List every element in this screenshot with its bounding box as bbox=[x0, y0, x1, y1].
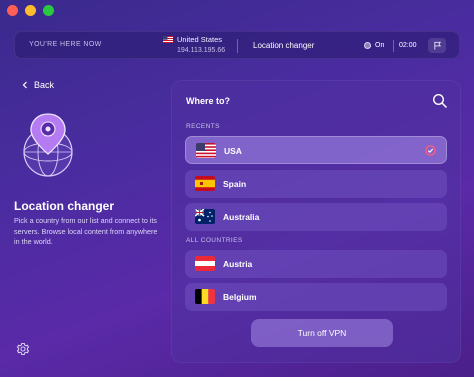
back-label: Back bbox=[34, 80, 55, 90]
es-flag-icon bbox=[195, 176, 215, 191]
page-description: Pick a country from our list and connect… bbox=[14, 216, 158, 247]
check-circle-icon bbox=[425, 145, 436, 156]
current-location-label: YOU'RE HERE NOW bbox=[29, 41, 102, 48]
be-flag-icon bbox=[195, 289, 215, 304]
country-label: Austria bbox=[223, 259, 253, 269]
country-row-austria[interactable]: Austria bbox=[185, 250, 447, 278]
window-close-button[interactable] bbox=[7, 5, 18, 16]
toggle-status-indicator[interactable] bbox=[364, 42, 371, 49]
window-minimize-button[interactable] bbox=[25, 5, 36, 16]
turn-off-vpn-button[interactable]: Turn off VPN bbox=[251, 319, 393, 347]
country-label: Australia bbox=[223, 212, 260, 222]
feature-title: Location changer bbox=[253, 41, 315, 50]
window-maximize-button[interactable] bbox=[43, 5, 54, 16]
gear-icon[interactable] bbox=[16, 342, 30, 356]
recents-label: RECENTS bbox=[186, 123, 220, 130]
us-flag-icon bbox=[163, 36, 173, 43]
toggle-status-label: On bbox=[375, 42, 385, 49]
report-button[interactable] bbox=[428, 38, 446, 53]
current-ip: 194.113.195.66 bbox=[177, 47, 226, 54]
panel-title: Where to? bbox=[186, 96, 230, 106]
country-label: Spain bbox=[223, 179, 247, 189]
page-title: Location changer bbox=[14, 199, 115, 213]
country-label: USA bbox=[224, 146, 242, 156]
au-flag-icon bbox=[195, 209, 215, 224]
window-titlebar bbox=[0, 0, 474, 22]
chevron-left-icon bbox=[22, 81, 27, 89]
country-row-spain[interactable]: Spain bbox=[185, 170, 447, 198]
current-country: United States bbox=[177, 35, 223, 44]
at-flag-icon bbox=[195, 256, 215, 271]
country-row-australia[interactable]: Australia bbox=[185, 203, 447, 231]
country-selector-panel: Where to? RECENTS USA Spain Australia AL… bbox=[171, 80, 461, 363]
country-row-usa[interactable]: USA bbox=[185, 136, 447, 164]
flag-icon bbox=[433, 41, 441, 50]
status-divider bbox=[393, 40, 394, 52]
country-row-belgium[interactable]: Belgium bbox=[185, 283, 447, 311]
back-button[interactable]: Back bbox=[22, 80, 54, 90]
us-flag-icon bbox=[196, 143, 216, 158]
status-bar: YOU'RE HERE NOW United States 194.113.19… bbox=[14, 31, 460, 59]
all-countries-label: ALL COUNTRIES bbox=[186, 237, 243, 244]
globe-pin-illustration bbox=[23, 113, 73, 177]
search-icon[interactable] bbox=[432, 93, 448, 109]
country-label: Belgium bbox=[223, 292, 257, 302]
timer-value: 02:00 bbox=[399, 42, 417, 49]
status-divider bbox=[237, 39, 238, 53]
